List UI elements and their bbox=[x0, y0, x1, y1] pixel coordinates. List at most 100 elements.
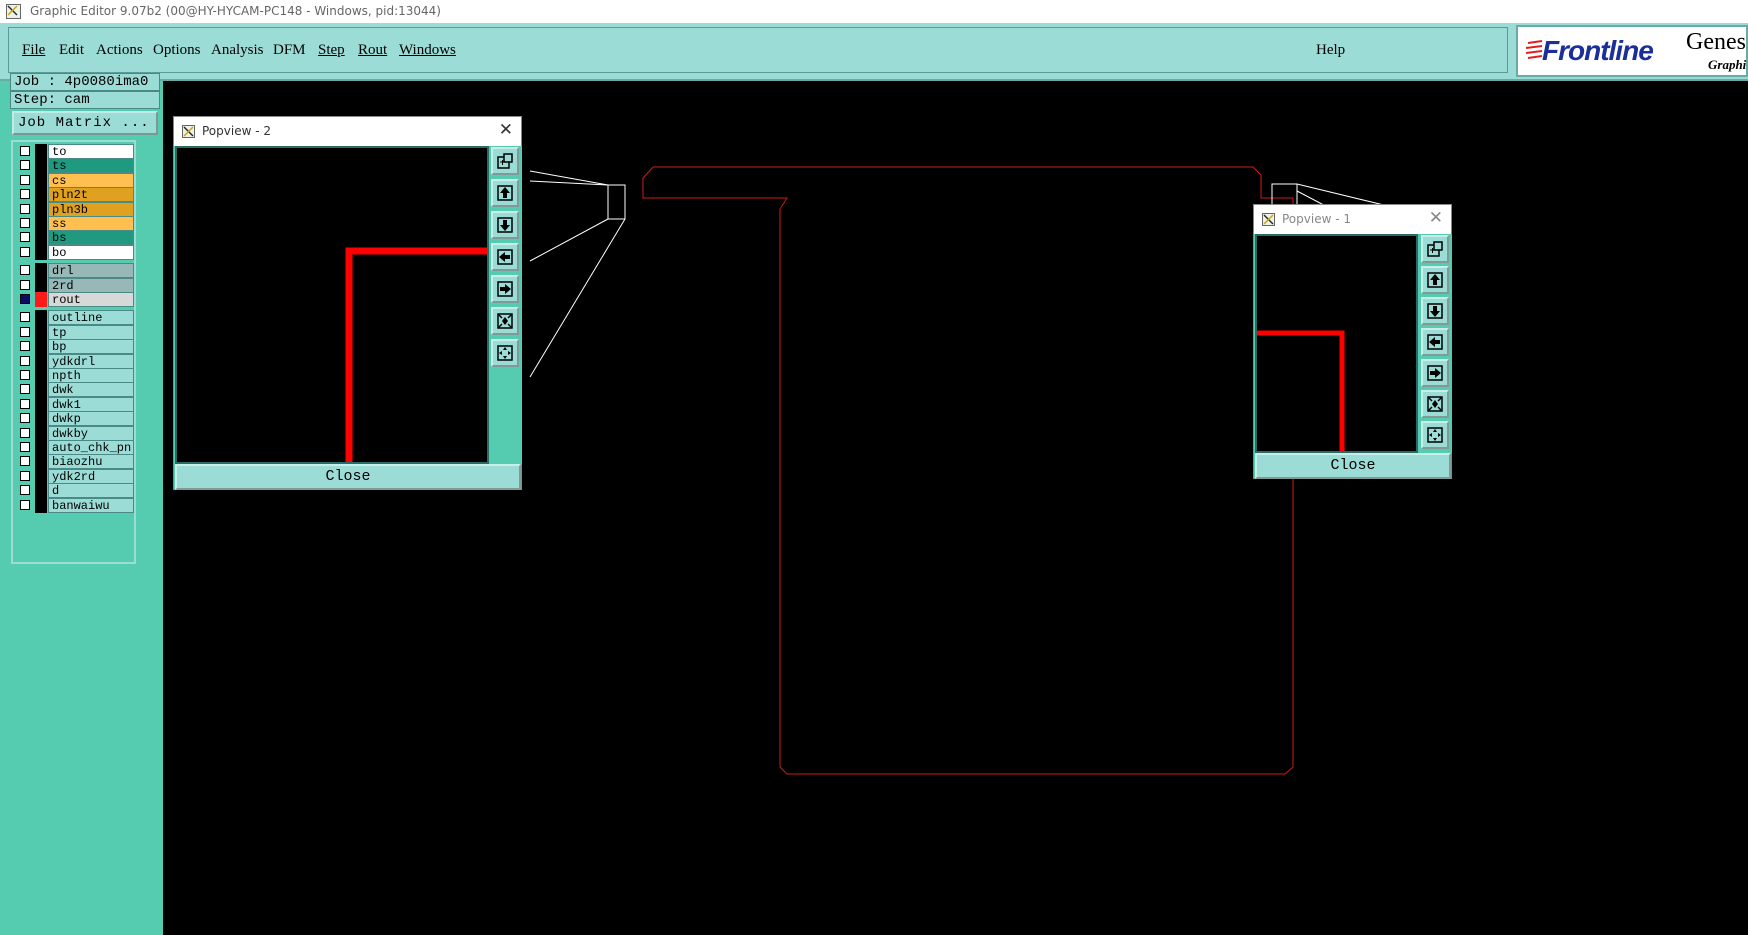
layer-name[interactable]: tp bbox=[48, 324, 134, 340]
job-matrix-button[interactable]: Job Matrix ... bbox=[12, 111, 158, 135]
layer-name[interactable]: d bbox=[48, 483, 134, 499]
layer-row-pln2t[interactable]: pln2t bbox=[17, 187, 134, 203]
popview-1-close-button[interactable]: Close bbox=[1255, 453, 1451, 479]
menu-dfm[interactable]: DFM bbox=[273, 42, 306, 59]
layer-checkbox[interactable] bbox=[20, 189, 30, 200]
layer-color-swatch[interactable] bbox=[35, 368, 47, 383]
layer-name[interactable]: auto_chk_pn bbox=[48, 440, 134, 455]
layer-checkbox[interactable] bbox=[20, 456, 30, 467]
layer-name[interactable]: ydkdrl bbox=[48, 353, 134, 369]
layer-checkbox[interactable] bbox=[20, 485, 30, 496]
close-icon[interactable]: ✕ bbox=[499, 120, 513, 140]
layer-name[interactable]: bo bbox=[48, 244, 134, 260]
layer-name[interactable]: ydk2rd bbox=[48, 468, 134, 484]
layer-checkbox[interactable] bbox=[20, 160, 30, 171]
zoom-fit-icon[interactable] bbox=[1421, 235, 1449, 263]
menu-actions[interactable]: Actions bbox=[96, 42, 143, 59]
layer-name[interactable]: to bbox=[48, 144, 134, 159]
layer-row-bs[interactable]: bs bbox=[17, 230, 134, 246]
close-icon[interactable]: ✕ bbox=[1429, 208, 1443, 228]
layer-name[interactable]: dwk bbox=[48, 382, 134, 398]
popview-2-view[interactable] bbox=[175, 146, 489, 464]
layer-name[interactable]: rout bbox=[48, 292, 134, 307]
layer-row-outline[interactable]: outline bbox=[17, 310, 134, 326]
layer-name[interactable]: ss bbox=[48, 216, 134, 231]
layer-name[interactable]: bp bbox=[48, 339, 134, 355]
menu-help[interactable]: Help bbox=[1316, 42, 1345, 59]
layer-row-ydkdrl[interactable]: ydkdrl bbox=[17, 353, 134, 369]
menu-edit[interactable]: Edit bbox=[59, 42, 84, 59]
layer-checkbox[interactable] bbox=[20, 398, 30, 409]
zoom-fit-icon[interactable] bbox=[491, 147, 519, 175]
layer-color-swatch[interactable] bbox=[35, 353, 47, 369]
menu-options[interactable]: Options bbox=[153, 42, 201, 59]
layer-checkbox[interactable] bbox=[20, 326, 30, 337]
layer-row-biaozhu[interactable]: biaozhu bbox=[17, 454, 134, 470]
layer-row-ts[interactable]: ts bbox=[17, 158, 134, 174]
layer-name[interactable]: dwkp bbox=[48, 411, 134, 427]
layer-color-swatch[interactable] bbox=[35, 201, 47, 217]
layer-color-swatch[interactable] bbox=[35, 158, 47, 174]
layer-color-swatch[interactable] bbox=[35, 339, 47, 355]
layer-name[interactable]: drl bbox=[48, 263, 134, 279]
layer-color-swatch[interactable] bbox=[35, 310, 47, 326]
layer-checkbox[interactable] bbox=[20, 341, 30, 352]
layer-checkbox[interactable] bbox=[20, 265, 30, 276]
layer-color-swatch[interactable] bbox=[35, 277, 47, 293]
layer-row-auto_chk_pn[interactable]: auto_chk_pn bbox=[17, 440, 134, 455]
layer-row-cs[interactable]: cs bbox=[17, 172, 134, 188]
layer-row-pln3b[interactable]: pln3b bbox=[17, 201, 134, 217]
layer-color-swatch[interactable] bbox=[35, 497, 47, 513]
layer-checkbox[interactable] bbox=[20, 370, 30, 380]
layer-row-dwk1[interactable]: dwk1 bbox=[17, 396, 134, 412]
layer-color-swatch[interactable] bbox=[35, 230, 47, 246]
layer-checkbox[interactable] bbox=[20, 203, 30, 214]
layer-row-dwk[interactable]: dwk bbox=[17, 382, 134, 398]
zoom-out-icon[interactable] bbox=[491, 339, 519, 367]
layer-row-d[interactable]: d bbox=[17, 483, 134, 499]
layer-name[interactable]: npth bbox=[48, 368, 134, 383]
layer-name[interactable]: cs bbox=[48, 172, 134, 188]
layer-checkbox[interactable] bbox=[20, 218, 30, 228]
layer-checkbox[interactable] bbox=[20, 470, 30, 481]
zoom-marker-left[interactable] bbox=[607, 184, 626, 220]
layer-row-dwkp[interactable]: dwkp bbox=[17, 411, 134, 427]
menu-analysis[interactable]: Analysis bbox=[211, 42, 264, 59]
layer-color-swatch[interactable] bbox=[35, 216, 47, 231]
layer-name[interactable]: outline bbox=[48, 310, 134, 326]
layer-row-bo[interactable]: bo bbox=[17, 244, 134, 260]
layer-name[interactable]: dwkby bbox=[48, 425, 134, 441]
layer-row-ss[interactable]: ss bbox=[17, 216, 134, 231]
layer-checkbox[interactable] bbox=[20, 499, 30, 510]
menu-rout[interactable]: Rout bbox=[358, 42, 387, 59]
layer-name[interactable]: dwk1 bbox=[48, 396, 134, 412]
pan-down-icon[interactable] bbox=[1421, 297, 1449, 325]
layer-color-swatch[interactable] bbox=[35, 382, 47, 398]
layer-checkbox[interactable] bbox=[20, 442, 30, 452]
layer-checkbox[interactable] bbox=[20, 413, 30, 424]
layer-row-bp[interactable]: bp bbox=[17, 339, 134, 355]
layer-name[interactable]: banwaiwu bbox=[48, 497, 134, 513]
menu-step[interactable]: Step bbox=[318, 42, 345, 59]
layer-name[interactable]: ts bbox=[48, 158, 134, 174]
layer-color-swatch[interactable] bbox=[35, 187, 47, 203]
layer-color-swatch[interactable] bbox=[35, 454, 47, 470]
layer-checkbox[interactable] bbox=[20, 146, 30, 156]
layer-color-swatch[interactable] bbox=[35, 411, 47, 427]
layer-color-swatch[interactable] bbox=[35, 144, 47, 159]
layer-color-swatch[interactable] bbox=[35, 483, 47, 499]
layer-row-dwkby[interactable]: dwkby bbox=[17, 425, 134, 441]
layer-checkbox[interactable] bbox=[20, 232, 30, 243]
layer-name[interactable]: pln3b bbox=[48, 201, 134, 217]
pan-left-icon[interactable] bbox=[491, 243, 519, 271]
layer-color-swatch[interactable] bbox=[35, 244, 47, 260]
layer-checkbox[interactable] bbox=[20, 279, 30, 290]
layer-checkbox[interactable] bbox=[20, 427, 30, 438]
layer-row-npth[interactable]: npth bbox=[17, 368, 134, 383]
layer-color-swatch[interactable] bbox=[35, 396, 47, 412]
layer-row-2rd[interactable]: 2rd bbox=[17, 277, 134, 293]
zoom-in-icon[interactable] bbox=[491, 307, 519, 335]
layer-color-swatch[interactable] bbox=[35, 440, 47, 455]
layer-row-tp[interactable]: tp bbox=[17, 324, 134, 340]
pan-up-icon[interactable] bbox=[1421, 266, 1449, 294]
